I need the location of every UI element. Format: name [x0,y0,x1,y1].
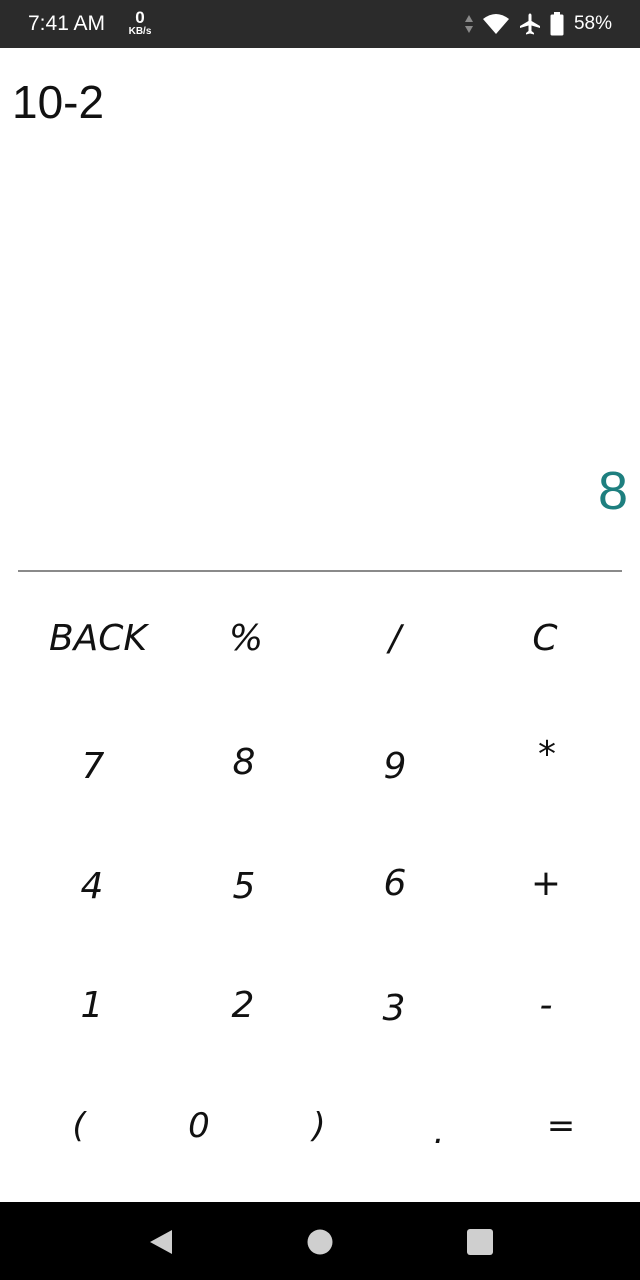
digit-3-button[interactable]: 3 [334,968,454,1048]
back-button[interactable]: BACK [38,598,158,678]
divide-button[interactable]: / [335,598,455,678]
percent-button[interactable]: % [186,598,306,678]
network-speed-unit: KB/s [128,26,152,37]
equals-button[interactable]: = [502,1086,620,1166]
recents-icon[interactable] [460,1222,500,1262]
data-arrows-icon [464,14,474,34]
close-paren-button[interactable]: ) [260,1086,378,1166]
digit-0-button[interactable]: 0 [140,1086,258,1166]
digit-9-button[interactable]: 9 [335,726,455,806]
airplane-mode-icon [518,12,542,36]
calculator-screen: 7:41 AM 0 KB/s 58% 10-2 8 BACK % / C 7 8… [0,0,640,1280]
status-bar: 7:41 AM 0 KB/s 58% [0,0,640,48]
status-time: 7:41 AM [28,12,106,35]
battery-icon [550,12,564,36]
add-button[interactable]: + [486,843,606,923]
decimal-point-button[interactable]: . [380,1092,498,1172]
network-speed-indicator: 0 KB/s [122,9,158,37]
expression-display: 10-2 [12,76,105,128]
network-speed-value: 0 [135,8,145,27]
digit-7-button[interactable]: 7 [33,726,153,806]
multiply-button[interactable]: * [487,714,607,794]
digit-5-button[interactable]: 5 [184,846,304,926]
result-display: 8 [597,461,628,521]
back-icon[interactable] [140,1222,180,1262]
digit-6-button[interactable]: 6 [335,843,455,923]
navigation-bar [0,1202,640,1280]
status-icons: 58% [464,9,612,39]
display-divider [18,570,622,572]
clear-button[interactable]: C [485,598,605,678]
battery-percent: 58% [573,13,612,34]
wifi-icon [482,13,510,35]
open-paren-button[interactable]: ( [20,1086,138,1166]
home-icon[interactable] [300,1222,340,1262]
digit-2-button[interactable]: 2 [183,965,303,1045]
digit-4-button[interactable]: 4 [32,846,152,926]
digit-8-button[interactable]: 8 [184,722,304,802]
subtract-button[interactable]: - [486,965,606,1045]
digit-1-button[interactable]: 1 [32,965,152,1045]
